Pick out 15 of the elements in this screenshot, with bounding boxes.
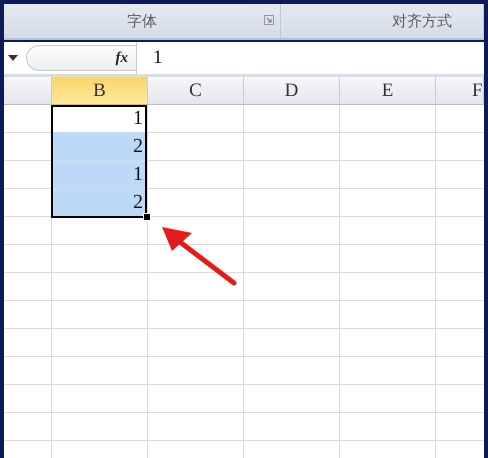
column-header[interactable]: E — [340, 77, 436, 105]
column-header[interactable]: F — [436, 77, 484, 105]
dropdown-caret-icon[interactable] — [8, 55, 18, 61]
fill-handle[interactable] — [143, 213, 151, 221]
table-cell[interactable]: 2 — [52, 133, 148, 161]
table-cell[interactable]: 2 — [52, 189, 148, 217]
group-label: 字体 — [127, 12, 157, 30]
dialog-launcher-icon[interactable] — [264, 15, 274, 25]
column-header[interactable]: B — [52, 77, 148, 105]
group-label: 对齐方式 — [392, 12, 452, 30]
insert-function-button[interactable]: fx — [116, 50, 128, 66]
table-cell[interactable]: 1 — [52, 161, 148, 189]
formula-input[interactable]: 1 — [153, 47, 162, 69]
column-header[interactable]: D — [244, 77, 340, 105]
column-header[interactable]: C — [148, 77, 244, 105]
